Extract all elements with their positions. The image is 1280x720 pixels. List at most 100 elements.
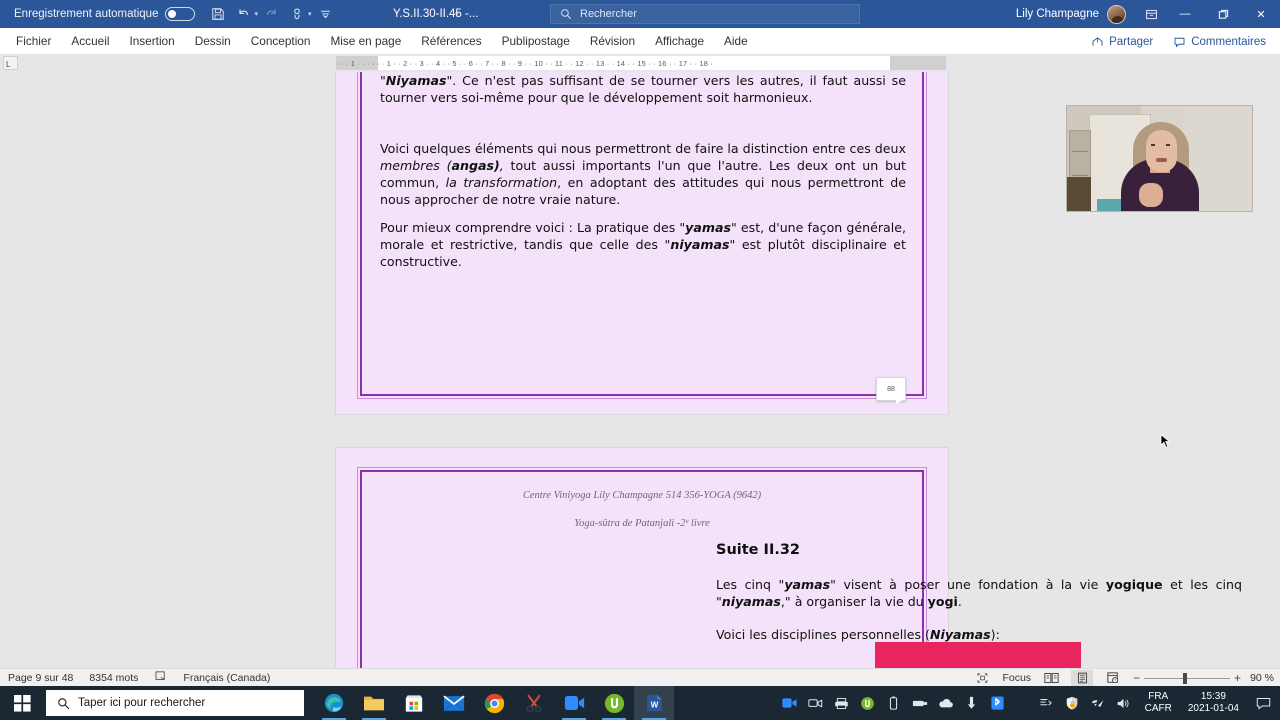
shauca-banner-image[interactable]: Shauca	[875, 642, 1081, 668]
touch-mode-dropdown-caret[interactable]: ▾	[308, 10, 312, 18]
taskbar-clock[interactable]: 15:39 2021-01-04	[1181, 691, 1246, 715]
zoom-out-button[interactable]: −	[1133, 672, 1140, 684]
network-icon[interactable]	[1086, 686, 1110, 720]
page2-heading[interactable]: Suite II.32	[716, 542, 800, 558]
taskbar-microsoft-store-icon[interactable]	[394, 686, 434, 720]
share-button[interactable]: Partager	[1083, 33, 1161, 51]
taskbar-file-explorer-icon[interactable]	[354, 686, 394, 720]
document-title-dropdown-caret[interactable]: ▾	[455, 10, 459, 18]
autosave-toggle[interactable]	[165, 7, 196, 21]
close-button[interactable]: ✕	[1242, 0, 1280, 28]
focus-mode-icon[interactable]	[971, 670, 993, 686]
zoom-slider[interactable]: − +	[1133, 672, 1241, 684]
tab-insertion[interactable]: Insertion	[119, 28, 184, 55]
minimize-button[interactable]: —	[1166, 0, 1204, 28]
onedrive-icon[interactable]	[934, 686, 958, 720]
printer-tray-icon[interactable]	[830, 686, 854, 720]
utorrent-tray-icon[interactable]	[856, 686, 880, 720]
tab-references[interactable]: Références	[411, 28, 491, 55]
print-layout-icon[interactable]	[1071, 670, 1094, 686]
zoom-slider-thumb[interactable]	[1182, 672, 1187, 684]
tab-conception[interactable]: Conception	[241, 28, 321, 55]
tab-accueil[interactable]: Accueil	[61, 28, 119, 55]
taskbar-snipping-tool-icon[interactable]	[514, 686, 554, 720]
search-box[interactable]: Rechercher	[550, 4, 860, 24]
taskbar-search-box[interactable]: Taper ici pour rechercher	[46, 690, 304, 716]
web-layout-icon[interactable]	[1102, 670, 1124, 686]
tab-dessin[interactable]: Dessin	[185, 28, 241, 55]
windows-start-icon[interactable]	[0, 686, 44, 720]
touch-mode-icon[interactable]	[286, 3, 308, 25]
avatar[interactable]	[1107, 4, 1126, 24]
bluetooth-icon[interactable]	[986, 686, 1010, 720]
taskbar-zoom-icon[interactable]	[554, 686, 594, 720]
save-icon[interactable]	[207, 3, 229, 25]
action-center-icon[interactable]	[1248, 686, 1278, 720]
tab-mise-en-page[interactable]: Mise en page	[320, 28, 411, 55]
account-name[interactable]: Lily Champagne	[1016, 8, 1099, 20]
word-count-indicator[interactable]: 8354 mots	[89, 672, 138, 684]
title-bar-right-group: Lily Champagne — ✕	[1016, 0, 1280, 28]
taskbar-search-icon	[58, 697, 70, 709]
document-page-2: Centre Viniyoga Lily Champagne 514 356-Y…	[336, 448, 1242, 668]
taskbar-utorrent-icon[interactable]	[594, 686, 634, 720]
windows-taskbar: Taper ici pour rechercher W FRA CAFR 15:…	[0, 686, 1280, 720]
page2-paragraph-2[interactable]: Voici les disciplines personnelles (Niya…	[716, 626, 1242, 643]
tab-affichage[interactable]: Affichage	[645, 28, 714, 55]
language-indicator[interactable]: Français (Canada)	[183, 672, 270, 684]
customize-toolbar-icon[interactable]	[315, 3, 337, 25]
page2-header-line-1: Centre Viniyoga Lily Champagne 514 356-Y…	[522, 490, 762, 501]
maximize-restore-button[interactable]	[1204, 0, 1242, 28]
video-person-face	[1146, 130, 1177, 172]
hidden-icons-chevron[interactable]	[1034, 686, 1058, 720]
page1-paragraph-1[interactable]: "Niyamas". Ce n'est pas suffisant de se …	[380, 72, 906, 106]
zoom-tray-icon[interactable]	[778, 686, 802, 720]
taskbar-chrome-icon[interactable]	[474, 686, 514, 720]
volume-icon[interactable]	[1112, 686, 1136, 720]
page1-paragraph-2[interactable]: Voici quelques éléments qui nous permett…	[380, 140, 906, 208]
focus-label[interactable]: Focus	[1002, 672, 1031, 684]
language-indicator-taskbar[interactable]: FRA CAFR	[1138, 691, 1179, 715]
video-person-eye-left	[1151, 144, 1155, 146]
video-person-mouth	[1156, 158, 1167, 162]
comments-button[interactable]: Commentaires	[1165, 33, 1274, 51]
tab-aide[interactable]: Aide	[714, 28, 758, 55]
zoom-slider-track[interactable]	[1144, 672, 1231, 684]
mouse-cursor	[1160, 434, 1171, 448]
security-shield-icon[interactable]	[1060, 686, 1084, 720]
tab-fichier[interactable]: Fichier	[6, 28, 61, 55]
language-top: FRA	[1148, 691, 1169, 702]
usb-device-icon[interactable]	[908, 686, 932, 720]
zoom-level-label[interactable]: 90 %	[1250, 672, 1274, 684]
horizontal-ruler[interactable]: · · · 1 · · · · · · 1 · · 2 · · 3 · · 4 …	[336, 56, 946, 70]
share-label: Partager	[1109, 35, 1154, 48]
page-number-indicator[interactable]: Page 9 sur 48	[8, 672, 73, 684]
undo-dropdown-caret[interactable]: ▾	[254, 10, 258, 18]
page2-paragraph-1[interactable]: Les cinq "yamas" visent à poser une fond…	[716, 576, 1242, 610]
ribbon-display-options-icon[interactable]	[1136, 0, 1166, 28]
tab-revision[interactable]: Révision	[580, 28, 645, 55]
presenter-video-overlay[interactable]	[1066, 105, 1253, 212]
comment-marker[interactable]: 88	[876, 377, 906, 401]
read-mode-icon[interactable]	[1040, 670, 1062, 686]
taskbar-word-icon[interactable]: W	[634, 686, 674, 720]
ruler-tick-labels: · · · 1 · · · · · · 1 · · 2 · · 3 · · 4 …	[336, 58, 713, 68]
taskbar-mail-icon[interactable]	[434, 686, 474, 720]
status-bar: Page 9 sur 48 8354 mots Français (Canada…	[0, 668, 1280, 686]
redo-icon	[261, 3, 283, 25]
tab-stop-selector[interactable]: L	[3, 56, 18, 70]
ribbon-right-actions: Partager Commentaires	[1083, 28, 1274, 55]
undo-icon[interactable]	[232, 3, 254, 25]
autosave-control[interactable]: Enregistrement automatique	[14, 7, 196, 21]
tab-publipostage[interactable]: Publipostage	[492, 28, 580, 55]
battery-app-icon[interactable]	[882, 686, 906, 720]
zoom-in-button[interactable]: +	[1234, 672, 1241, 684]
webcam-tray-icon[interactable]	[804, 686, 828, 720]
taskbar-search-placeholder: Taper ici pour rechercher	[78, 697, 206, 709]
page1-paragraph-3[interactable]: Pour mieux comprendre voici : La pratiqu…	[380, 219, 906, 270]
onedrive-sync-icon[interactable]	[960, 686, 984, 720]
clock-time: 15:39	[1200, 691, 1226, 702]
proofing-errors-icon[interactable]	[154, 670, 167, 685]
video-person-eye-right	[1166, 144, 1170, 146]
taskbar-edge-icon[interactable]	[314, 686, 354, 720]
